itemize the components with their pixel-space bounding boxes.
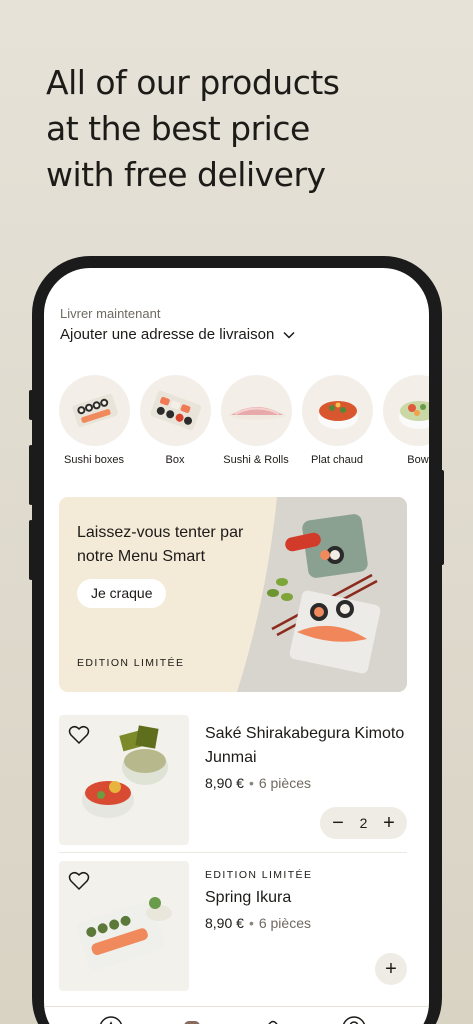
product-pieces: 6 pièces	[258, 915, 311, 931]
product-meta: 8,90 € • 6 pièces	[205, 775, 311, 791]
meta-separator: •	[248, 915, 254, 931]
headline-line-2: at the best price	[46, 109, 310, 148]
home-icon[interactable]	[98, 1015, 124, 1024]
category-image	[382, 375, 429, 446]
category-label: Sushi boxes	[64, 454, 124, 466]
category-box[interactable]: Box	[139, 375, 211, 466]
product-name: Saké Shirakabegura Kimoto Junmai	[205, 725, 405, 766]
banner-cta-button[interactable]: Je craque	[77, 579, 167, 608]
add-to-cart-button[interactable]: +	[375, 953, 407, 985]
product-card[interactable]: Saké Shirakabegura Kimoto Junmai 8,90 € •…	[59, 715, 407, 845]
plus-icon: +	[385, 957, 397, 980]
tab-bar	[44, 1006, 429, 1024]
decrement-button[interactable]: −	[328, 812, 348, 834]
product-pieces: 6 pièces	[258, 775, 311, 791]
basket-icon[interactable]	[260, 1015, 286, 1024]
category-sushi-rolls[interactable]: Sushi & Rolls	[220, 375, 292, 466]
bag-icon[interactable]	[179, 1015, 205, 1024]
banner-title: Laissez-vous tenter par notre Menu Smart	[77, 524, 244, 565]
category-image	[301, 375, 373, 446]
product-card[interactable]: EDITION LIMITÉE Spring Ikura 8,90 € • 6 pi…	[59, 861, 407, 991]
product-image	[59, 861, 189, 991]
phone-power-button	[440, 470, 444, 565]
divider	[59, 852, 407, 853]
product-image	[59, 715, 189, 845]
category-image	[139, 375, 211, 446]
category-bowl[interactable]: Bow	[382, 375, 429, 466]
product-price: 8,90 €	[205, 775, 244, 791]
product-price: 8,90 €	[205, 915, 244, 931]
banner-tag: EDITION LIMITÉE	[77, 657, 185, 669]
delivery-label: Livrer maintenant	[60, 306, 161, 321]
chevron-down-icon	[283, 331, 295, 339]
promo-banner[interactable]: Laissez-vous tenter par notre Menu Smart…	[59, 497, 407, 692]
address-text: Ajouter une adresse de livraison	[60, 326, 275, 343]
category-image	[220, 375, 292, 446]
category-label: Box	[165, 454, 185, 466]
profile-icon[interactable]	[341, 1015, 367, 1024]
address-selector[interactable]: Ajouter une adresse de livraison	[60, 326, 296, 343]
phone-volume-up-button	[29, 445, 33, 505]
phone-volume-down-button	[29, 520, 33, 580]
headline-line-3: with free delivery	[46, 155, 326, 194]
phone-side-button	[29, 390, 33, 420]
category-image	[58, 375, 130, 446]
category-label: Plat chaud	[311, 454, 363, 466]
headline: All of our products at the best price wi…	[46, 60, 446, 198]
category-carousel[interactable]: Sushi boxes Box Sushi & Rolls Plat chaud…	[56, 375, 429, 475]
meta-separator: •	[248, 775, 254, 791]
product-meta: 8,90 € • 6 pièces	[205, 915, 311, 931]
heart-icon[interactable]	[68, 725, 90, 745]
category-sushi-boxes[interactable]: Sushi boxes	[58, 375, 130, 466]
app-screen: Livrer maintenant Ajouter une adresse de…	[44, 268, 429, 1024]
quantity-value: 2	[359, 815, 368, 831]
heart-icon[interactable]	[68, 871, 90, 891]
category-label: Bow	[407, 454, 429, 466]
category-plat-chaud[interactable]: Plat chaud	[301, 375, 373, 466]
increment-button[interactable]: +	[379, 812, 399, 834]
product-name: Spring Ikura	[205, 889, 292, 906]
product-tag: EDITION LIMITÉE	[205, 869, 313, 881]
headline-line-1: All of our products	[46, 63, 340, 102]
quantity-stepper[interactable]: − 2 +	[320, 807, 407, 839]
category-label: Sushi & Rolls	[223, 454, 289, 466]
